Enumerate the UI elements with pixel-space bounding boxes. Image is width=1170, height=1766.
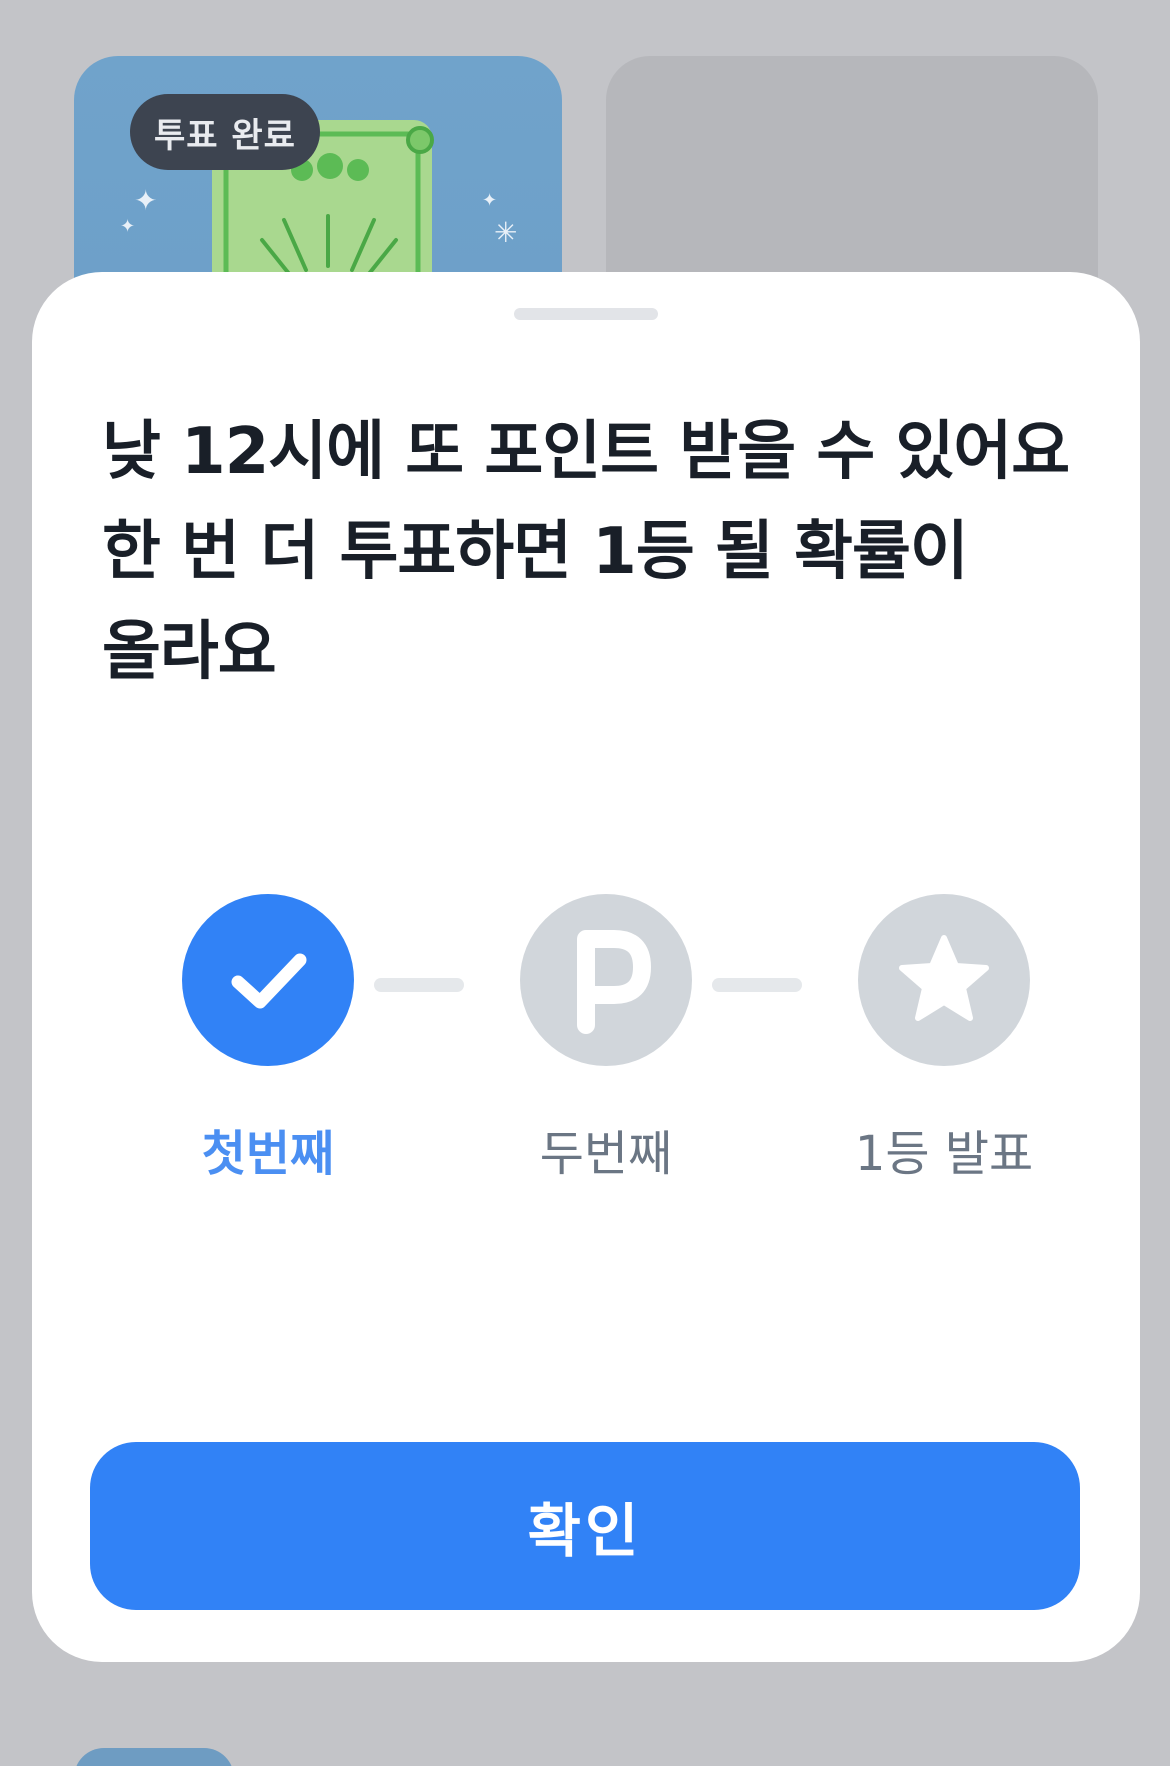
step-second: 두번째: [476, 894, 736, 1184]
check-icon: [231, 953, 307, 1009]
step-label: 1등 발표: [854, 1126, 1034, 1182]
bottom-sheet: 낮 12시에 또 포인트 받을 수 있어요 한 번 더 투표하면 1등 될 확률…: [32, 272, 1140, 1662]
partial-card: [74, 1748, 234, 1766]
sheet-title: 낮 12시에 또 포인트 받을 수 있어요 한 번 더 투표하면 1등 될 확률…: [102, 402, 1102, 702]
step-circle: [182, 894, 354, 1066]
step-connector: [712, 978, 802, 992]
title-line: 올라요: [102, 615, 277, 689]
title-line: 한 번 더 투표하면 1등 될 확률이: [102, 515, 969, 589]
step-connector: [374, 978, 464, 992]
step-first: 첫번째: [138, 894, 398, 1184]
vote-complete-badge: 투표 완료: [130, 94, 320, 170]
point-p-icon: [577, 930, 651, 1034]
sparkle-icon: ✳: [494, 216, 518, 249]
step-circle: [520, 894, 692, 1066]
star-icon: [899, 935, 989, 1021]
sheet-grabber[interactable]: [514, 308, 658, 320]
step-label: 첫번째: [201, 1126, 335, 1182]
title-line: 낮 12시에 또 포인트 받을 수 있어요: [102, 415, 1070, 489]
sparkle-icon: ✦: [482, 190, 498, 211]
confirm-button[interactable]: 확인: [90, 1442, 1080, 1610]
sparkle-icon: ✦: [120, 216, 136, 237]
step-label: 두번째: [539, 1126, 673, 1182]
sparkle-icon: ✦: [134, 184, 158, 217]
step-third: 1등 발표: [814, 894, 1074, 1184]
step-circle: [858, 894, 1030, 1066]
